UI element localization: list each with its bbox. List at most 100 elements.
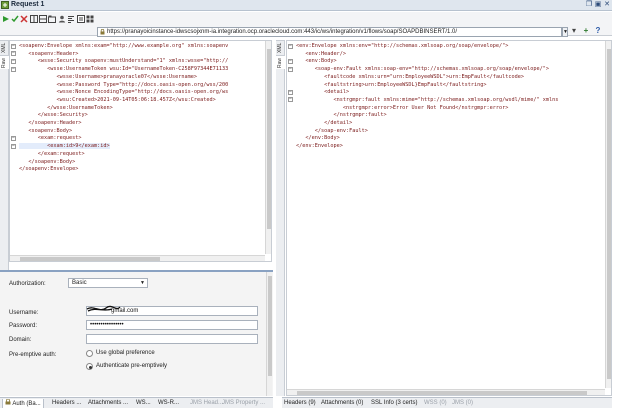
xml-line: <exam:request> <box>19 135 82 142</box>
xml-line: </env:Body> <box>296 135 340 142</box>
auth-vertical-scrollbar[interactable] <box>266 272 272 396</box>
scrollbar-thumb[interactable] <box>607 49 611 379</box>
authorization-type-select[interactable]: Basic ▼ <box>68 278 148 288</box>
endpoint-dropdown-button[interactable]: ▼ <box>562 27 568 37</box>
submit-icon[interactable] <box>11 15 19 23</box>
scrollbar-thumb[interactable] <box>268 276 272 376</box>
tab-wss[interactable]: WSS (0) <box>424 399 447 408</box>
radio-authenticate-preemptively[interactable] <box>86 363 93 370</box>
request-vertical-scrollbar[interactable] <box>265 41 271 254</box>
xml-line: <detail> <box>296 89 350 96</box>
fold-toggle-icon[interactable]: − <box>11 44 16 49</box>
tabs-view-icon[interactable] <box>48 15 56 23</box>
redaction-scribble <box>86 305 121 312</box>
fold-toggle-icon[interactable]: − <box>288 90 293 95</box>
scrollbar-thumb[interactable] <box>20 257 160 261</box>
xml-line: </soap-env:Fault> <box>296 127 368 134</box>
endpoint-url-text: https://pranayoicinstance-idwscsojxnm-ia… <box>107 29 458 35</box>
xml-line: <wsse:Username>pranayoracle07</wsse:User… <box>19 73 198 80</box>
response-vertical-scrollbar[interactable] <box>605 41 611 388</box>
tab-response-attachments[interactable]: Attachments (0) <box>321 399 363 408</box>
password-value: •••••••••••••••• <box>90 322 124 328</box>
auth-panel: Authorization: Username: Password: Domai… <box>0 270 273 396</box>
scrollbar-thumb[interactable] <box>297 391 587 395</box>
xml-line: <soapenv:Body> <box>19 127 73 134</box>
xml-line: </soapenv:Header> <box>19 120 82 127</box>
tab-ssl-info[interactable]: SSL Info (3 certs) <box>371 399 417 408</box>
radio-use-global-preference[interactable] <box>86 350 93 357</box>
fold-toggle-icon[interactable]: − <box>11 59 16 64</box>
xml-line: </exam:request> <box>19 150 85 157</box>
run-request-icon[interactable] <box>2 15 10 23</box>
fold-toggle-icon[interactable]: − <box>11 67 16 72</box>
tab-ws[interactable]: WS... <box>136 399 151 408</box>
fold-toggle-icon[interactable]: − <box>288 97 293 102</box>
domain-field[interactable] <box>86 334 258 344</box>
request-horizontal-scrollbar[interactable] <box>10 255 265 261</box>
fold-toggle-icon[interactable]: − <box>11 51 16 56</box>
tab-request-xml[interactable]: XML <box>0 40 9 54</box>
request-xml-editor[interactable]: − − − − − − <soapenv:Envelope xmlns:exam… <box>9 40 272 262</box>
xml-line: </wsse:Security> <box>19 112 88 119</box>
chevron-down-icon[interactable]: ▾ <box>570 26 578 36</box>
tab-jms-headers[interactable]: JMS Head... <box>190 399 223 408</box>
password-label: Password: <box>9 323 38 329</box>
tab-auth[interactable]: Auth (Ba... <box>2 398 44 408</box>
request-bottom-tabs: Auth (Ba... Headers ... Attachments ... … <box>0 397 273 408</box>
close-icon[interactable]: ✕ <box>603 1 611 9</box>
tile-vertical-icon[interactable] <box>30 15 38 23</box>
window-title-bar: Request 1 ❐ ▣ ✕ <box>0 0 612 11</box>
cancel-request-icon[interactable] <box>20 15 28 23</box>
response-horizontal-scrollbar[interactable] <box>287 389 605 395</box>
tab-attachments[interactable]: Attachments ... <box>88 399 128 408</box>
tab-response-headers[interactable]: Headers (9) <box>284 399 316 408</box>
add-endpoint-button[interactable]: + <box>582 26 590 36</box>
xml-line-selected: <exam:id>9</exam:id> <box>19 143 110 150</box>
tab-headers[interactable]: Headers ... <box>52 399 81 408</box>
tab-jms[interactable]: JMS (0) <box>452 399 473 408</box>
xml-line: </soapenv:Envelope> <box>19 166 79 173</box>
xml-line: <wsse:Security soapenv:mustUnderstand="1… <box>19 58 229 65</box>
xml-line: <faultstring>urn:EmployeeWSDL}EmpFault</… <box>296 81 487 88</box>
response-xml-viewer[interactable]: − − − − − <env:Envelope xmlns:env="http:… <box>286 40 612 396</box>
password-field[interactable]: •••••••••••••••• <box>86 320 258 330</box>
preemptive-auth-label: Pre-emptive auth: <box>9 352 57 358</box>
response-xml-body: <env:Envelope xmlns:env="http://schemas.… <box>287 41 611 151</box>
log-icon[interactable] <box>77 15 85 23</box>
request-xml-body: <soapenv:Envelope xmlns:exam="http://www… <box>10 41 271 174</box>
xml-line: <nstrgmpr:error>Error User Not Found</ns… <box>296 104 509 111</box>
tab-ws-rm[interactable]: WS-R... <box>158 399 179 408</box>
help-button[interactable]: ? <box>594 26 602 36</box>
tab-auth-label: Auth (Ba... <box>12 401 41 407</box>
xml-line: </soapenv:Body> <box>19 158 76 165</box>
tile-horizontal-icon[interactable] <box>39 15 47 23</box>
tab-response-xml[interactable]: XML <box>276 40 285 54</box>
fold-toggle-icon[interactable]: − <box>288 44 293 49</box>
fold-toggle-icon[interactable]: − <box>288 67 293 72</box>
xml-line: <wsse:UsernameToken wsu:Id="UsernameToke… <box>19 66 229 73</box>
xml-line: <env:Body> <box>296 58 337 65</box>
fold-toggle-icon[interactable]: − <box>11 136 16 141</box>
format-icon[interactable] <box>67 15 75 23</box>
tab-request-raw[interactable]: Raw <box>0 55 9 69</box>
xml-line: <faultcode xmlns:urn="urn:EmployeeWSDL">… <box>296 73 524 80</box>
endpoint-url-field[interactable]: https://pranayoicinstance-idwscsojxnm-ia… <box>97 27 562 37</box>
restore-icon[interactable]: ❐ <box>585 1 593 9</box>
grid-options-icon[interactable] <box>86 15 94 23</box>
scrollbar-thumb[interactable] <box>267 49 271 229</box>
tab-jms-property[interactable]: JMS Property ... <box>222 399 265 408</box>
xml-line: <wsse:Password Type="http://docs.oasis-o… <box>19 81 229 88</box>
user-auth-icon[interactable] <box>58 15 66 23</box>
xml-line: </wsse:UsernameToken> <box>19 104 113 111</box>
authenticate-preemptively-label: Authenticate pre-emptively <box>96 363 168 369</box>
chevron-down-icon: ▼ <box>563 29 568 35</box>
fold-toggle-icon[interactable]: − <box>11 144 16 149</box>
xml-line: <soapenv:Envelope xmlns:exam="http://www… <box>19 43 229 49</box>
tab-response-raw[interactable]: Raw <box>276 55 285 69</box>
xml-line: </nstrgmpr:fault> <box>296 112 387 119</box>
xml-line: </detail> <box>296 120 353 127</box>
xml-line: </env:Envelope> <box>296 143 343 150</box>
maximize-icon[interactable]: ▣ <box>594 1 602 9</box>
fold-toggle-icon[interactable]: − <box>288 59 293 64</box>
xml-line: <wsse:Nonce EncodingType="http://docs.oa… <box>19 89 229 96</box>
